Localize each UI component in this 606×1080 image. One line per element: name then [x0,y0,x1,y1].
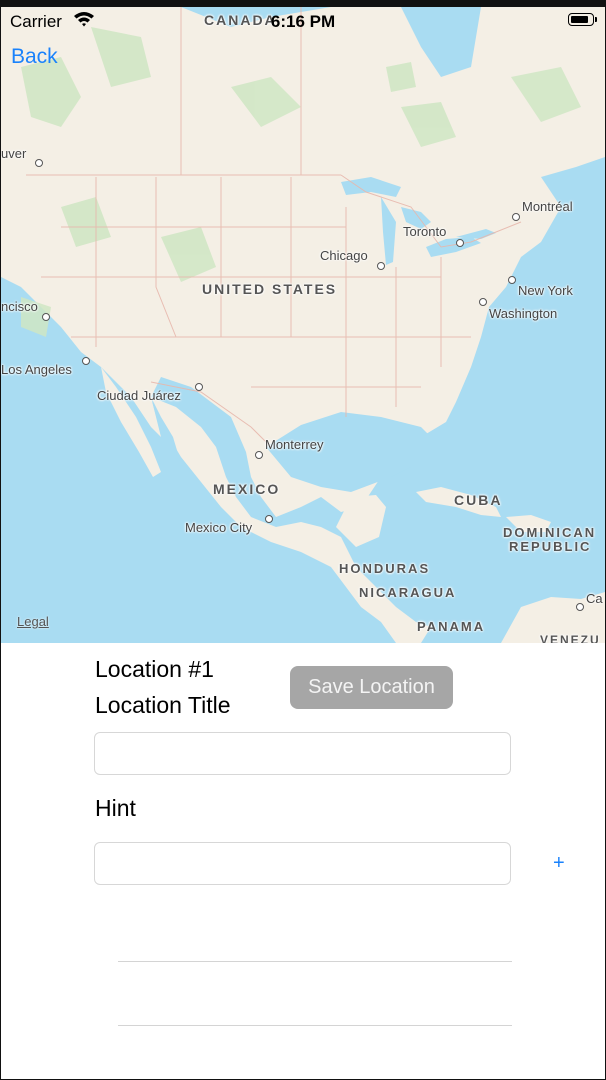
vancouver-dot [35,159,43,167]
label-dominican-republic-line1: DOMINICAN [503,525,597,540]
label-montreal: Montréal [522,199,573,214]
hint-input[interactable] [94,842,511,885]
location-number-label: Location #1 [95,656,214,682]
san-francisco-dot [42,313,50,321]
location-title-label: Location Title [95,692,231,718]
window-frame-top [0,0,606,7]
label-dominican-republic-line2: REPUBLIC [509,539,592,554]
label-vancouver: uver [1,146,27,161]
label-mexico: MEXICO [213,481,281,497]
washington-dot [479,298,487,306]
location-title-input[interactable] [94,732,511,775]
status-bar: Carrier 6:16 PM [0,7,606,35]
label-chicago: Chicago [320,248,368,263]
label-panama: PANAMA [417,619,486,634]
label-caracas: Ca [586,591,603,606]
window-frame-left [0,0,1,1080]
back-button[interactable]: Back [11,45,58,69]
status-time: 6:16 PM [270,12,336,31]
mexico-city-dot [265,515,273,523]
toronto-dot [456,239,464,247]
chicago-dot [377,262,385,270]
caracas-dot [576,603,584,611]
label-cuba: CUBA [454,492,503,508]
label-los-angeles: Los Angeles [1,362,72,377]
map-view[interactable]: CANADA uver Montréal Toronto Chicago UNI… [1,7,605,643]
map-legal-link[interactable]: Legal [17,614,49,629]
separator-line [118,961,512,962]
new-york-dot [508,276,516,284]
label-mexico-city: Mexico City [185,520,253,535]
label-venezuela: VENEZU [540,633,601,643]
label-toronto: Toronto [403,224,447,239]
add-hint-button[interactable]: + [553,852,565,875]
label-new-york: New York [518,283,573,298]
label-nicaragua: NICARAGUA [359,585,457,600]
battery-icon [568,13,597,26]
label-honduras: HONDURAS [339,561,431,576]
label-united-states: UNITED STATES [202,281,338,297]
monterrey-dot [255,451,263,459]
label-monterrey: Monterrey [265,437,324,452]
label-washington: Washington [489,306,558,321]
save-location-button[interactable]: Save Location [290,666,453,709]
label-san-francisco: ncisco [1,299,38,314]
los-angeles-dot [82,357,90,365]
separator-line [118,1025,512,1026]
montreal-dot [512,213,520,221]
ciudad-juarez-dot [195,383,203,391]
label-ciudad-juarez: Ciudad Juárez [97,388,181,403]
hint-label: Hint [95,795,136,821]
